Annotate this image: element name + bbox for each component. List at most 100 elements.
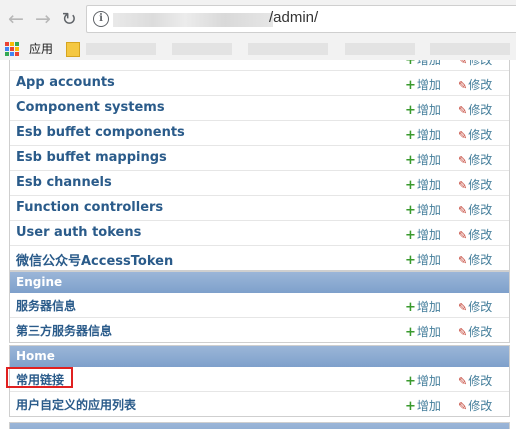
table-row: Esb buffet mappings +增加 ✎修改	[10, 146, 509, 171]
model-link-component-systems[interactable]: Component systems	[16, 100, 165, 115]
add-link[interactable]: +增加	[405, 397, 441, 414]
change-link[interactable]: ✎修改	[458, 226, 492, 243]
model-link-app-accounts[interactable]: App accounts	[16, 75, 115, 90]
info-icon[interactable]: i	[93, 11, 109, 27]
bookmark-redacted[interactable]	[430, 43, 510, 55]
add-link[interactable]: +增加	[405, 201, 441, 218]
add-link[interactable]: +增加	[405, 226, 441, 243]
plus-icon: +	[405, 228, 416, 243]
table-row: 用户自定义的应用列表 +增加 ✎修改	[10, 392, 509, 416]
pencil-icon: ✎	[458, 229, 468, 242]
change-link[interactable]: ✎修改	[458, 176, 492, 193]
table-row: 常用链接 +增加 ✎修改	[10, 367, 509, 392]
url-host-redacted	[113, 13, 273, 27]
plus-icon: +	[405, 60, 416, 68]
add-link-partial[interactable]: +增加	[405, 60, 441, 68]
change-link[interactable]: ✎修改	[458, 126, 492, 143]
change-link[interactable]: ✎修改	[458, 76, 492, 93]
table-row: Function controllers +增加 ✎修改	[10, 196, 509, 221]
change-link[interactable]: ✎修改	[458, 201, 492, 218]
model-link-function-controllers[interactable]: Function controllers	[16, 200, 163, 215]
pencil-icon: ✎	[458, 254, 468, 267]
add-link[interactable]: +增加	[405, 151, 441, 168]
add-link[interactable]: +增加	[405, 251, 441, 268]
plus-icon: +	[405, 325, 416, 340]
plus-icon: +	[405, 374, 416, 389]
change-link[interactable]: ✎修改	[458, 251, 492, 268]
bookmark-redacted[interactable]	[248, 43, 328, 55]
table-row: Esb channels +增加 ✎修改	[10, 171, 509, 196]
pencil-icon: ✎	[458, 154, 468, 167]
table-row: App accounts +增加 ✎修改	[10, 71, 509, 96]
plus-icon: +	[405, 153, 416, 168]
table-row: Esb buffet components +增加 ✎修改	[10, 121, 509, 146]
module-home: Home 常用链接 +增加 ✎修改 用户自定义的应用列表 +增加 ✎修改	[9, 345, 510, 417]
plus-icon: +	[405, 203, 416, 218]
address-bar[interactable]: i /admin/	[86, 5, 516, 33]
plus-icon: +	[405, 78, 416, 93]
change-link[interactable]: ✎修改	[458, 151, 492, 168]
table-row: 微信公众号AccessToken +增加 ✎修改	[10, 246, 509, 270]
plus-icon: +	[405, 103, 416, 118]
back-arrow-icon[interactable]: ←	[4, 6, 28, 32]
pencil-icon: ✎	[458, 301, 468, 314]
table-row: Component systems +增加 ✎修改	[10, 96, 509, 121]
change-link[interactable]: ✎修改	[458, 298, 492, 315]
pencil-icon: ✎	[458, 60, 468, 67]
module-caption-home[interactable]: Home	[10, 346, 509, 367]
module-caption-engine[interactable]: Engine	[10, 272, 509, 293]
pencil-icon: ✎	[458, 79, 468, 92]
admin-content: +增加 ✎修改 App accounts +增加 ✎修改 Component s…	[0, 60, 516, 429]
add-link[interactable]: +增加	[405, 176, 441, 193]
change-link-partial[interactable]: ✎修改	[458, 60, 492, 68]
change-link[interactable]: ✎修改	[458, 101, 492, 118]
table-row: 第三方服务器信息 +增加 ✎修改	[10, 318, 509, 342]
add-link[interactable]: +增加	[405, 372, 441, 389]
module-next-partial	[9, 422, 510, 429]
plus-icon: +	[405, 300, 416, 315]
bookmark-redacted[interactable]	[345, 43, 415, 55]
model-link-common-links[interactable]: 常用链接	[16, 371, 64, 388]
pencil-icon: ✎	[458, 179, 468, 192]
model-link-wechat-access-token[interactable]: 微信公众号AccessToken	[16, 250, 173, 269]
table-row: 服务器信息 +增加 ✎修改	[10, 293, 509, 318]
apps-grid-icon[interactable]	[5, 42, 19, 56]
browser-toolbar: ← → ↻ i /admin/	[0, 0, 516, 38]
pencil-icon: ✎	[458, 326, 468, 339]
bookmark-redacted[interactable]	[86, 43, 156, 55]
module-engine: Engine 服务器信息 +增加 ✎修改 第三方服务器信息 +增加 ✎修改	[9, 271, 510, 343]
table-row: User auth tokens +增加 ✎修改	[10, 221, 509, 246]
model-link-esb-buffet-mappings[interactable]: Esb buffet mappings	[16, 150, 167, 165]
change-link[interactable]: ✎修改	[458, 397, 492, 414]
plus-icon: +	[405, 178, 416, 193]
table-row-partial: +增加 ✎修改	[10, 60, 509, 71]
reload-icon[interactable]: ↻	[57, 6, 81, 32]
module-api: +增加 ✎修改 App accounts +增加 ✎修改 Component s…	[9, 60, 510, 271]
bookmark-redacted[interactable]	[172, 43, 232, 55]
bookmarks-bar: 应用	[0, 38, 516, 60]
model-link-esb-channels[interactable]: Esb channels	[16, 175, 112, 190]
model-link-user-app-list[interactable]: 用户自定义的应用列表	[16, 396, 136, 413]
url-path: /admin/	[269, 9, 319, 26]
pencil-icon: ✎	[458, 104, 468, 117]
model-link-third-party-server-info[interactable]: 第三方服务器信息	[16, 322, 112, 339]
add-link[interactable]: +增加	[405, 126, 441, 143]
add-link[interactable]: +增加	[405, 298, 441, 315]
model-link-esb-buffet-components[interactable]: Esb buffet components	[16, 125, 185, 140]
add-link[interactable]: +增加	[405, 323, 441, 340]
add-link[interactable]: +增加	[405, 101, 441, 118]
forward-arrow-icon[interactable]: →	[31, 6, 55, 32]
model-link-user-auth-tokens[interactable]: User auth tokens	[16, 225, 141, 240]
folder-icon[interactable]	[66, 42, 80, 57]
add-link[interactable]: +增加	[405, 76, 441, 93]
apps-bookmark-label[interactable]: 应用	[29, 40, 53, 57]
plus-icon: +	[405, 128, 416, 143]
change-link[interactable]: ✎修改	[458, 323, 492, 340]
change-link[interactable]: ✎修改	[458, 372, 492, 389]
model-link-server-info[interactable]: 服务器信息	[16, 297, 76, 314]
pencil-icon: ✎	[458, 375, 468, 388]
pencil-icon: ✎	[458, 204, 468, 217]
pencil-icon: ✎	[458, 400, 468, 413]
pencil-icon: ✎	[458, 129, 468, 142]
module-caption-partial[interactable]	[10, 423, 509, 429]
